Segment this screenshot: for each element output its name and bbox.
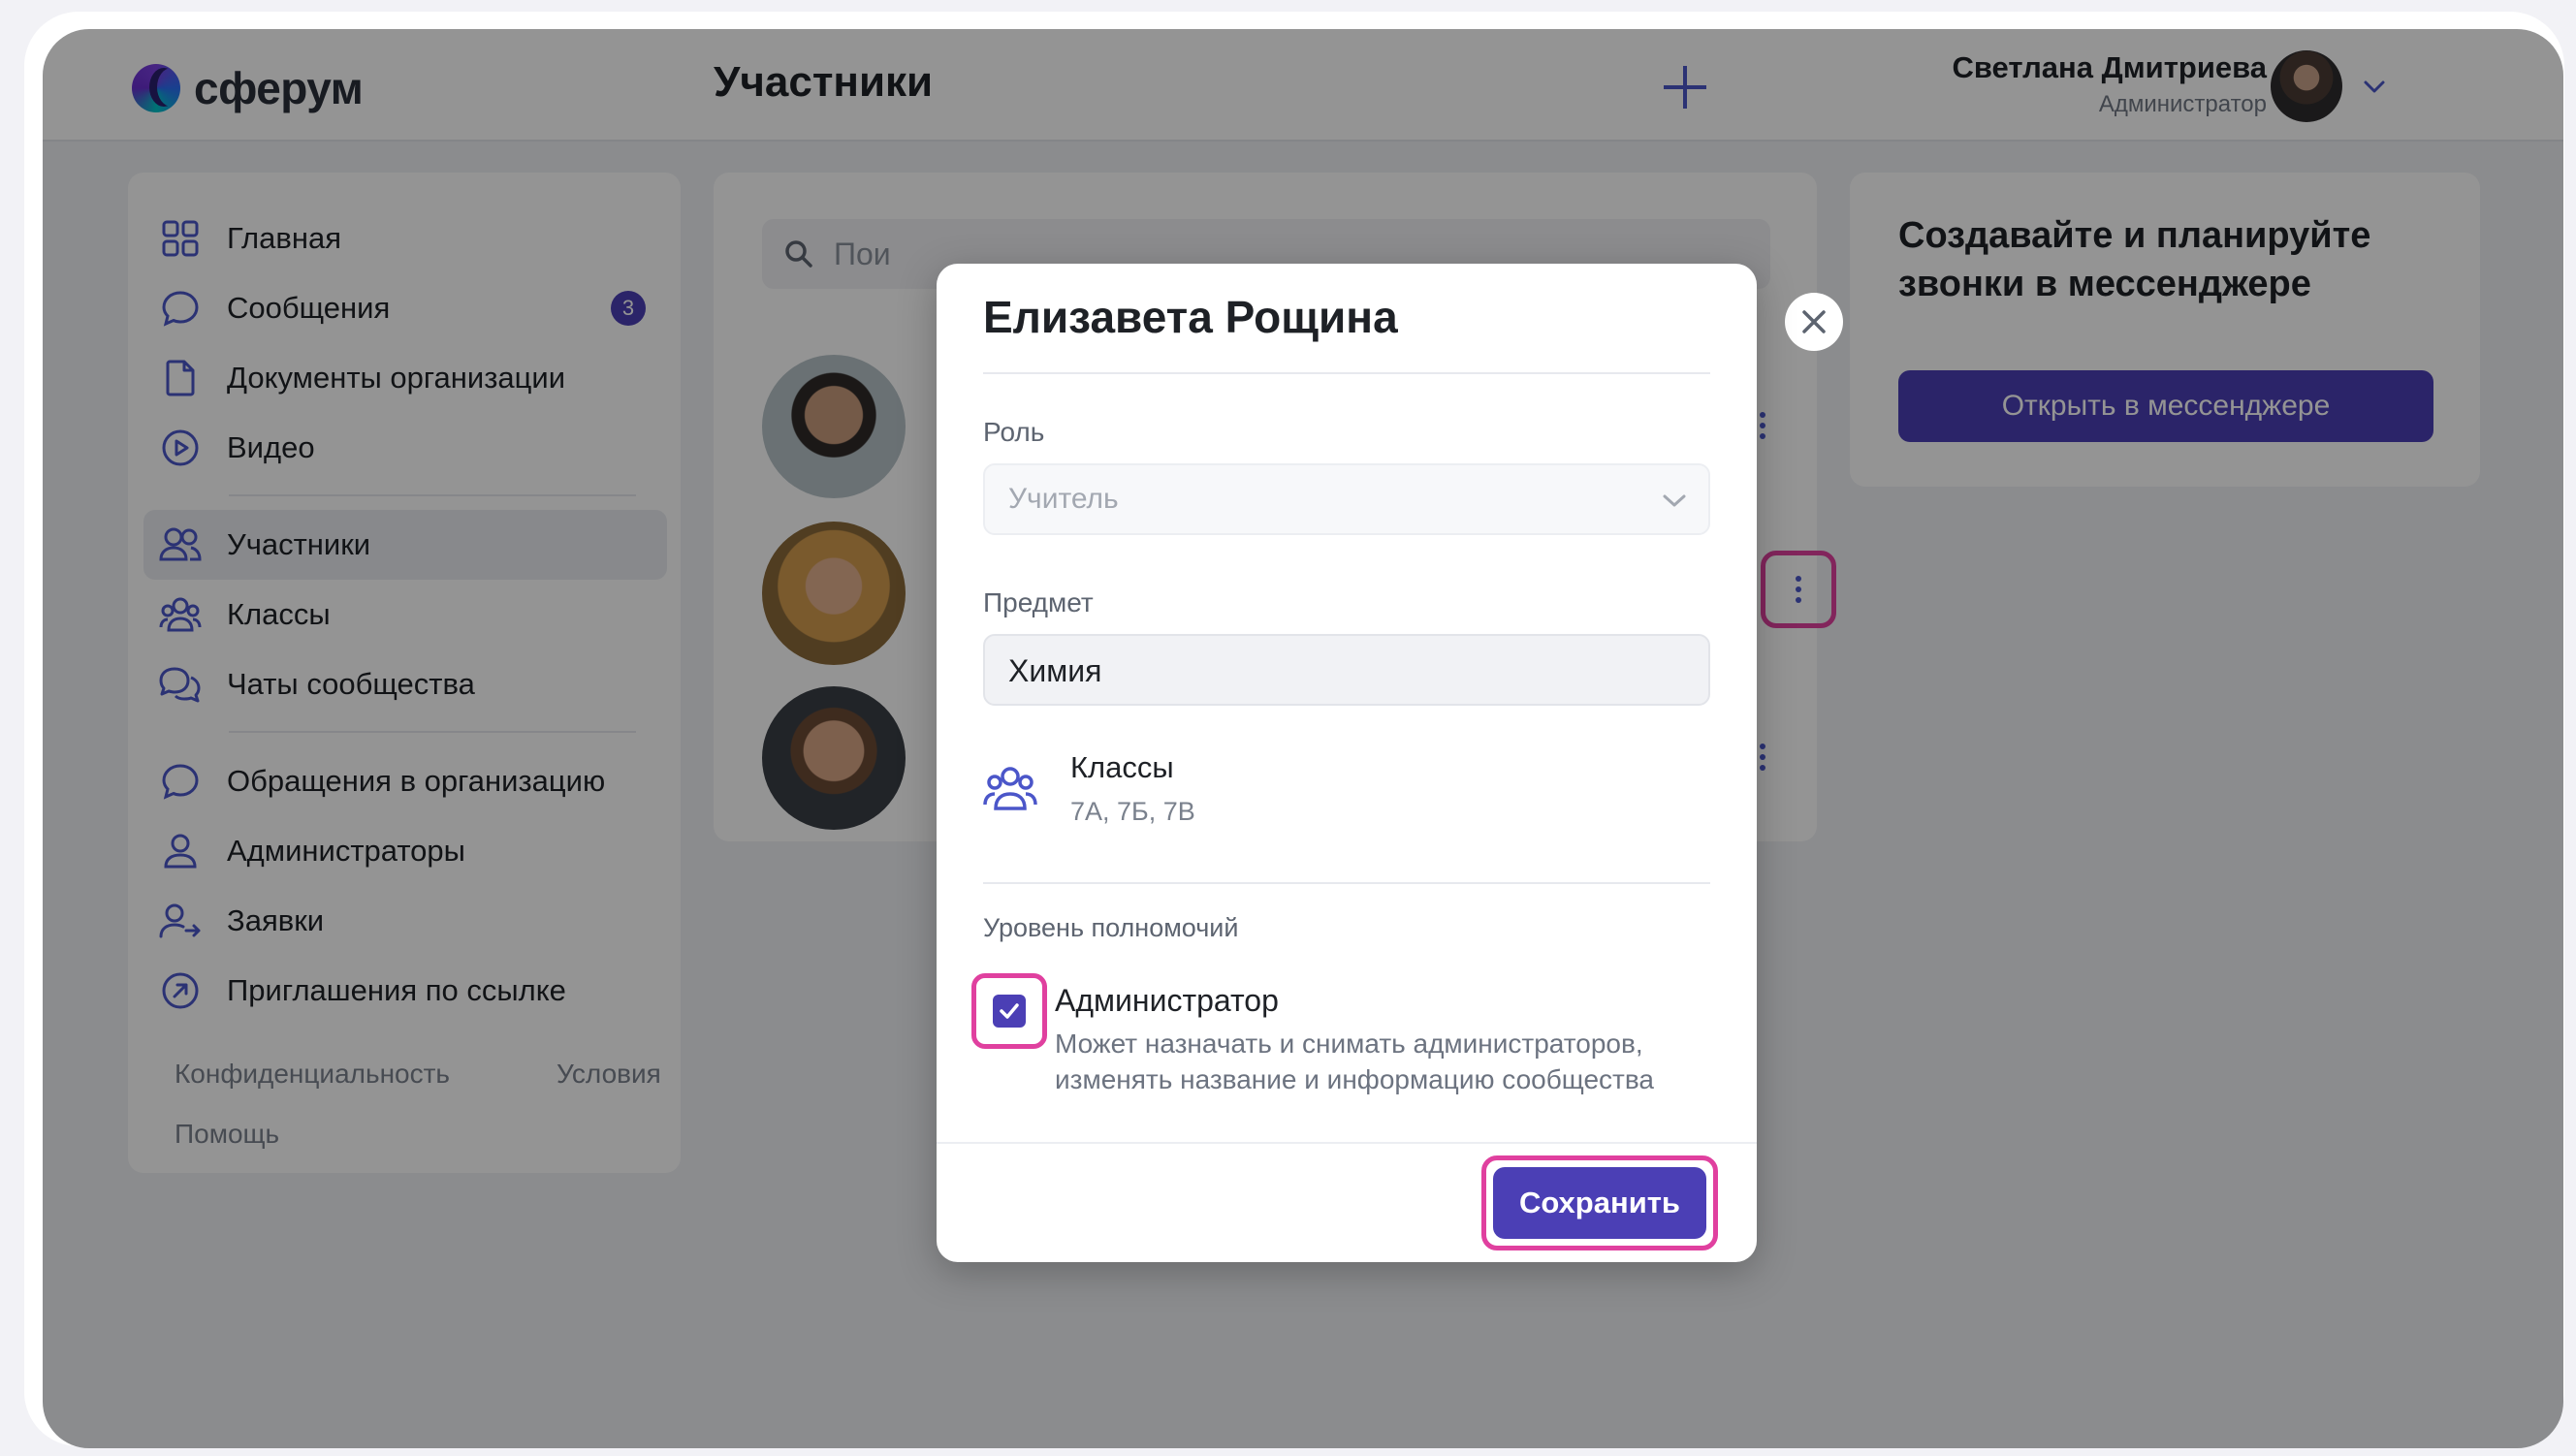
admin-permission-title: Администратор <box>1055 983 1279 1018</box>
classes-title: Классы <box>1070 750 1174 784</box>
app-screen: сферум Участники Светлана Дмитриева Адми… <box>43 29 2563 1448</box>
admin-permission-description: Может назначать и снимать администраторо… <box>1055 1029 1654 1094</box>
group-icon <box>983 767 1037 810</box>
chevron-down-icon <box>1663 494 1686 507</box>
subject-input[interactable]: Химия <box>983 634 1710 706</box>
member-edit-dialog: Елизавета Рощина Роль Учитель Предмет Хи… <box>937 264 1757 1262</box>
dialog-divider <box>983 372 1710 374</box>
subject-value: Химия <box>1008 653 1102 688</box>
role-value: Учитель <box>1008 483 1119 515</box>
save-button-highlight: Сохранить <box>1481 1155 1718 1250</box>
close-icon <box>1802 310 1826 333</box>
subject-label: Предмет <box>983 587 1094 617</box>
close-button[interactable] <box>1785 293 1843 351</box>
permissions-label: Уровень полномочий <box>983 913 1239 942</box>
role-select[interactable]: Учитель <box>983 463 1710 535</box>
role-label: Роль <box>983 417 1045 447</box>
admin-checkbox[interactable] <box>971 973 1047 1049</box>
dialog-footer-divider <box>937 1142 1757 1144</box>
check-icon <box>1000 1003 1019 1019</box>
save-button[interactable]: Сохранить <box>1493 1167 1706 1239</box>
dialog-title: Елизавета Рощина <box>983 292 1398 342</box>
dialog-divider <box>983 882 1710 884</box>
classes-value: 7А, 7Б, 7В <box>1070 797 1195 826</box>
checkbox-checked <box>993 995 1026 1028</box>
